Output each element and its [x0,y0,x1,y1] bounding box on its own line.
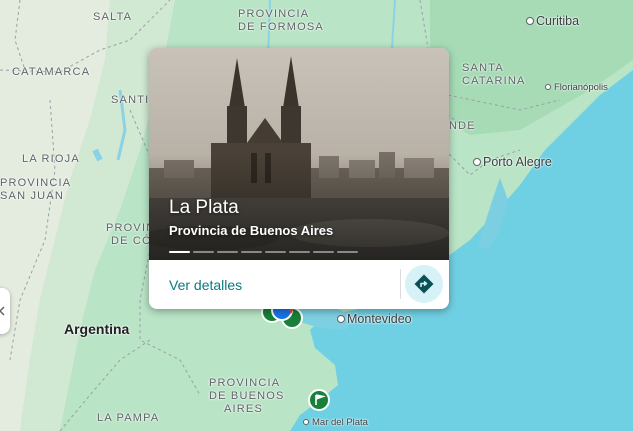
place-title: La Plata [169,197,239,218]
region-label-santa-catarina-2: CATARINA [462,75,526,87]
flag-marker-icon[interactable] [307,388,331,412]
photo-pager-dot[interactable] [289,251,310,253]
region-label-buenos-aires-1: PROVINCIA [209,377,281,389]
city-label-porto-alegre[interactable]: Porto Alegre [483,155,552,169]
region-label-la-pampa: LA PAMPA [97,412,160,424]
region-label-san-juan-1: PROVINCIA [0,177,72,189]
city-label-mar-del-plata[interactable]: Mar del Plata [312,417,368,428]
photo-pager-dot[interactable] [217,251,238,253]
photo-pager-dot[interactable] [169,251,190,253]
photo-pager-dot[interactable] [193,251,214,253]
region-label-buenos-aires-2: DE BUENOS [209,390,285,402]
region-label-buenos-aires-3: AIRES [224,403,264,415]
photo-pager-dot[interactable] [241,251,262,253]
photo-pager-dot[interactable] [313,251,334,253]
region-label-formosa-1: PROVINCIA [238,8,310,20]
city-label-curitiba[interactable]: Curitiba [536,14,579,28]
city-dot-montevideo [337,315,345,323]
divider [400,269,401,299]
chevron-left-icon [0,306,5,316]
photo-pager[interactable] [169,251,358,253]
directions-button[interactable] [405,265,443,303]
region-label-rio-grande: NDE [449,120,476,132]
region-label-catamarca: CATAMARCA [12,66,91,78]
collapse-panel-tab[interactable] [0,288,10,334]
photo-pager-dot[interactable] [265,251,286,253]
photo-pager-dot[interactable] [337,251,358,253]
region-label-formosa-2: DE FORMOSA [238,21,324,33]
details-link[interactable]: Ver detalles [169,277,242,293]
country-label-argentina: Argentina [64,321,130,337]
region-label-salta: SALTA [93,11,133,23]
place-card[interactable]: La Plata Provincia de Buenos Aires Ver d… [149,48,449,309]
place-subtitle: Provincia de Buenos Aires [169,223,334,238]
city-dot-curitiba [526,17,534,25]
city-label-florianopolis[interactable]: Florianópolis [554,82,608,93]
region-label-la-rioja: LA RIOJA [22,153,80,165]
city-dot-porto-alegre [473,158,481,166]
city-label-montevideo[interactable]: Montevideo [347,312,412,326]
directions-icon [414,274,434,294]
region-label-san-juan-2: SAN JUAN [0,190,64,202]
city-dot-florianopolis [545,84,551,90]
city-dot-mar-del-plata [303,419,309,425]
region-label-santa-catarina-1: SANTA [462,62,504,74]
